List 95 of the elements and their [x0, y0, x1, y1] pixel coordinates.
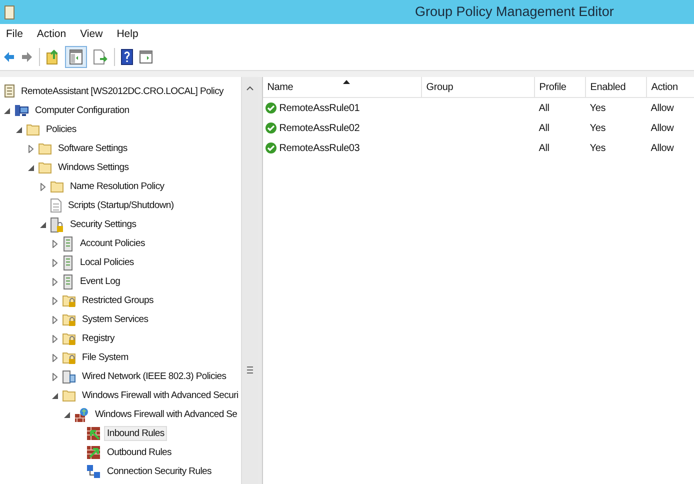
- window-title: Group Policy Management Editor: [415, 4, 614, 19]
- menu-item[interactable]: Help: [116, 28, 138, 40]
- scroll-up-icon[interactable]: [246, 85, 254, 91]
- collapse-arrow-icon[interactable]: [27, 164, 35, 172]
- tree-item[interactable]: Policies: [43, 122, 80, 137]
- back-icon[interactable]: [3, 51, 15, 63]
- tree-item[interactable]: System Services: [79, 312, 152, 327]
- tree-item[interactable]: Outbound Rules: [104, 445, 174, 460]
- folder-icon: [38, 142, 52, 155]
- server-icon: [62, 254, 74, 270]
- check-icon: [265, 102, 278, 114]
- column-header[interactable]: Name: [263, 77, 422, 98]
- table-cell: Allow: [650, 142, 674, 154]
- scrollbar[interactable]: [241, 77, 258, 484]
- tree-item[interactable]: Windows Firewall with Advanced Securi: [79, 388, 242, 403]
- menu-item[interactable]: Action: [36, 28, 66, 40]
- table-cell: Allow: [650, 102, 674, 114]
- server-lock-icon: [50, 216, 64, 232]
- tree-item[interactable]: Scripts (Startup/Shutdown): [65, 198, 177, 213]
- tree-item[interactable]: Event Log: [77, 274, 124, 289]
- show-pane-icon[interactable]: [66, 47, 86, 67]
- collapse-arrow-icon[interactable]: [63, 410, 71, 418]
- folder-icon: [50, 180, 64, 193]
- folder-icon: [62, 389, 76, 402]
- firewall-arrow-icon: [86, 426, 101, 441]
- column-header[interactable]: Enabled: [586, 77, 647, 98]
- help-icon[interactable]: [121, 49, 133, 65]
- table-cell: All: [538, 122, 550, 134]
- check-icon: [265, 122, 278, 134]
- collapse-arrow-icon[interactable]: [51, 392, 59, 400]
- computers-icon: [86, 464, 101, 479]
- expand-arrow-icon[interactable]: [39, 182, 47, 190]
- tree-item[interactable]: Computer Configuration: [32, 103, 132, 118]
- network-icon: [62, 368, 76, 384]
- folder-icon: [38, 161, 52, 174]
- column-header[interactable]: Action: [646, 77, 694, 98]
- expand-arrow-icon[interactable]: [27, 144, 35, 152]
- expand-arrow-icon[interactable]: [51, 316, 59, 324]
- collapse-arrow-icon[interactable]: [15, 126, 23, 134]
- tree-item[interactable]: Windows Settings: [55, 160, 132, 175]
- scroll-icon: [4, 4, 15, 20]
- table-cell: All: [538, 142, 550, 154]
- forward-icon[interactable]: [21, 51, 33, 63]
- tree-item[interactable]: Account Policies: [77, 236, 148, 251]
- scroll-icon: [3, 84, 15, 99]
- expand-arrow-icon[interactable]: [51, 334, 59, 342]
- locked-folder-icon: [62, 312, 76, 326]
- tree-item[interactable]: Connection Security Rules: [104, 464, 214, 479]
- tree-item[interactable]: Name Resolution Policy: [67, 179, 168, 194]
- sort-arrow-icon: [343, 80, 350, 84]
- tree-item[interactable]: Wired Network (IEEE 802.3) Policies: [79, 369, 230, 384]
- table-cell: All: [538, 102, 550, 114]
- locked-folder-icon: [62, 332, 76, 346]
- table-cell: Yes: [590, 142, 606, 154]
- tree-item[interactable]: Registry: [79, 331, 118, 346]
- firewall-arrow-icon: [86, 445, 101, 460]
- table-cell: RemoteAssRule02: [279, 122, 360, 134]
- menu-item[interactable]: File: [6, 28, 23, 40]
- folder-up-icon[interactable]: [46, 49, 60, 65]
- firewall-icon: [74, 406, 89, 422]
- server-icon: [62, 274, 74, 290]
- tree-item[interactable]: RemoteAssistant [WS2012DC.CRO.LOCAL] Policy: [18, 84, 227, 99]
- expand-arrow-icon[interactable]: [51, 354, 59, 362]
- expand-arrow-icon[interactable]: [51, 258, 59, 266]
- table-cell: RemoteAssRule03: [279, 142, 360, 154]
- column-header[interactable]: Group: [422, 77, 535, 98]
- check-icon: [265, 142, 278, 154]
- table-cell: Allow: [650, 122, 674, 134]
- document-icon: [50, 198, 62, 213]
- tree-item[interactable]: Inbound Rules: [104, 426, 168, 441]
- expand-arrow-icon[interactable]: [51, 372, 59, 380]
- computer-icon: [14, 103, 29, 118]
- tree-item[interactable]: Restricted Groups: [79, 293, 156, 308]
- tree-item[interactable]: File System: [79, 350, 132, 365]
- table-cell: RemoteAssRule01: [279, 102, 360, 114]
- column-header[interactable]: Profile: [534, 77, 586, 98]
- tree-item[interactable]: Windows Firewall with Advanced Se: [92, 407, 240, 422]
- expand-arrow-icon[interactable]: [51, 278, 59, 286]
- menu-item[interactable]: View: [80, 28, 103, 40]
- expand-arrow-icon[interactable]: [51, 296, 59, 304]
- server-icon: [62, 236, 74, 252]
- table-cell: Yes: [590, 122, 606, 134]
- show-pane-icon[interactable]: [139, 49, 153, 65]
- collapse-arrow-icon[interactable]: [39, 220, 47, 228]
- expand-arrow-icon[interactable]: [51, 240, 59, 248]
- tree-item[interactable]: Local Policies: [77, 255, 137, 270]
- locked-folder-icon: [62, 350, 76, 364]
- tree-item[interactable]: Software Settings: [55, 141, 130, 156]
- table-cell: Yes: [590, 102, 606, 114]
- collapse-arrow-icon[interactable]: [3, 106, 11, 114]
- folder-icon: [26, 123, 40, 136]
- export-icon[interactable]: [92, 49, 108, 65]
- locked-folder-icon: [62, 294, 76, 308]
- scroll-grip-icon[interactable]: [247, 366, 254, 374]
- tree-item[interactable]: Security Settings: [67, 217, 140, 232]
